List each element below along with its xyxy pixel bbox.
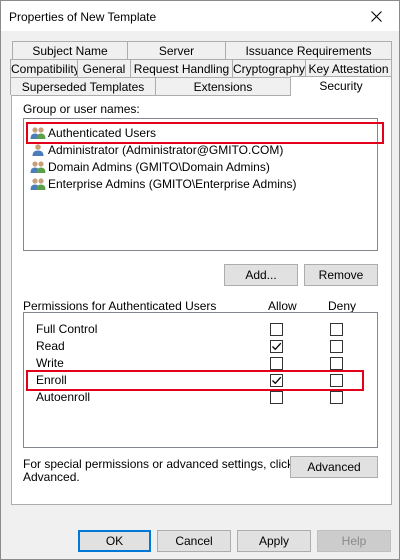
deny-checkbox-read[interactable] bbox=[330, 340, 343, 353]
tab-compatibility[interactable]: Compatibility bbox=[10, 59, 80, 77]
allow-checkbox-full-control[interactable] bbox=[270, 323, 283, 336]
help-button[interactable]: Help bbox=[317, 530, 391, 552]
title-bar[interactable]: Properties of New Template bbox=[1, 1, 399, 31]
user-icon bbox=[32, 143, 44, 156]
user-name: Administrator (Administrator@GMITO.COM) bbox=[48, 142, 284, 157]
group-label: Group or user names: bbox=[23, 102, 140, 116]
permission-row-enroll: Enroll bbox=[24, 372, 377, 389]
user-name: Domain Admins (GMITO\Domain Admins) bbox=[48, 159, 270, 174]
checkmark-icon bbox=[272, 342, 282, 351]
tab-request-handling[interactable]: Request Handling bbox=[130, 59, 233, 77]
window-title: Properties of New Template bbox=[9, 10, 157, 24]
apply-button[interactable]: Apply bbox=[237, 530, 311, 552]
permission-row-autoenroll: Autoenroll bbox=[24, 389, 377, 406]
list-item-administrator[interactable]: Administrator (Administrator@GMITO.COM) bbox=[30, 141, 283, 158]
allow-checkbox-autoenroll[interactable] bbox=[270, 391, 283, 404]
cancel-button[interactable]: Cancel bbox=[157, 530, 231, 552]
close-button[interactable] bbox=[353, 1, 399, 31]
tab-extensions[interactable]: Extensions bbox=[155, 77, 291, 95]
permission-name: Read bbox=[36, 339, 65, 353]
advanced-button[interactable]: Advanced bbox=[290, 456, 378, 478]
user-group-icon bbox=[30, 160, 46, 173]
permissions-list: Full Control Read Write Enroll Autoenrol… bbox=[23, 312, 378, 448]
permission-name: Autoenroll bbox=[36, 390, 91, 404]
permissions-label: Permissions for Authenticated Users bbox=[23, 299, 217, 313]
list-item-enterprise-admins[interactable]: Enterprise Admins (GMITO\Enterprise Admi… bbox=[30, 175, 297, 192]
security-panel: Group or user names: Authenticated Users… bbox=[11, 95, 392, 505]
permission-row-read: Read bbox=[24, 338, 377, 355]
permission-name: Full Control bbox=[36, 322, 98, 336]
allow-checkbox-enroll[interactable] bbox=[270, 374, 283, 387]
checkmark-icon bbox=[272, 376, 282, 385]
tab-key-attestation[interactable]: Key Attestation bbox=[305, 59, 392, 77]
allow-checkbox-read[interactable] bbox=[270, 340, 283, 353]
tab-server[interactable]: Server bbox=[127, 41, 226, 59]
tab-general[interactable]: General bbox=[77, 59, 131, 77]
user-name: Enterprise Admins (GMITO\Enterprise Admi… bbox=[48, 176, 297, 191]
tab-security[interactable]: Security bbox=[290, 76, 392, 96]
deny-header: Deny bbox=[328, 299, 357, 313]
close-icon bbox=[370, 10, 382, 22]
tab-superseded-templates[interactable]: Superseded Templates bbox=[10, 77, 156, 95]
tab-issuance-requirements[interactable]: Issuance Requirements bbox=[225, 41, 392, 59]
deny-checkbox-write[interactable] bbox=[330, 357, 343, 370]
deny-checkbox-autoenroll[interactable] bbox=[330, 391, 343, 404]
permission-name: Enroll bbox=[36, 373, 67, 387]
permission-row-full-control: Full Control bbox=[24, 321, 377, 338]
allow-header: Allow bbox=[268, 299, 297, 313]
deny-checkbox-enroll[interactable] bbox=[330, 374, 343, 387]
permission-name: Write bbox=[36, 356, 64, 370]
permission-row-write: Write bbox=[24, 355, 377, 372]
user-name: Authenticated Users bbox=[48, 125, 157, 140]
user-group-icon bbox=[30, 177, 46, 190]
special-permissions-text: For special permissions or advanced sett… bbox=[23, 457, 294, 471]
add-button[interactable]: Add... bbox=[224, 264, 298, 286]
list-item-authenticated-users[interactable]: Authenticated Users bbox=[30, 124, 156, 141]
ok-button[interactable]: OK bbox=[78, 530, 151, 552]
user-group-icon bbox=[30, 126, 46, 139]
special-permissions-text-2: Advanced. bbox=[23, 470, 80, 484]
user-list[interactable]: Authenticated Users Administrator (Admin… bbox=[23, 118, 378, 251]
tab-cryptography[interactable]: Cryptography bbox=[232, 59, 306, 77]
properties-dialog: Properties of New Template Subject Name … bbox=[0, 0, 400, 560]
tab-subject-name[interactable]: Subject Name bbox=[12, 41, 128, 59]
allow-checkbox-write[interactable] bbox=[270, 357, 283, 370]
deny-checkbox-full-control[interactable] bbox=[330, 323, 343, 336]
list-item-domain-admins[interactable]: Domain Admins (GMITO\Domain Admins) bbox=[30, 158, 270, 175]
remove-button[interactable]: Remove bbox=[304, 264, 378, 286]
